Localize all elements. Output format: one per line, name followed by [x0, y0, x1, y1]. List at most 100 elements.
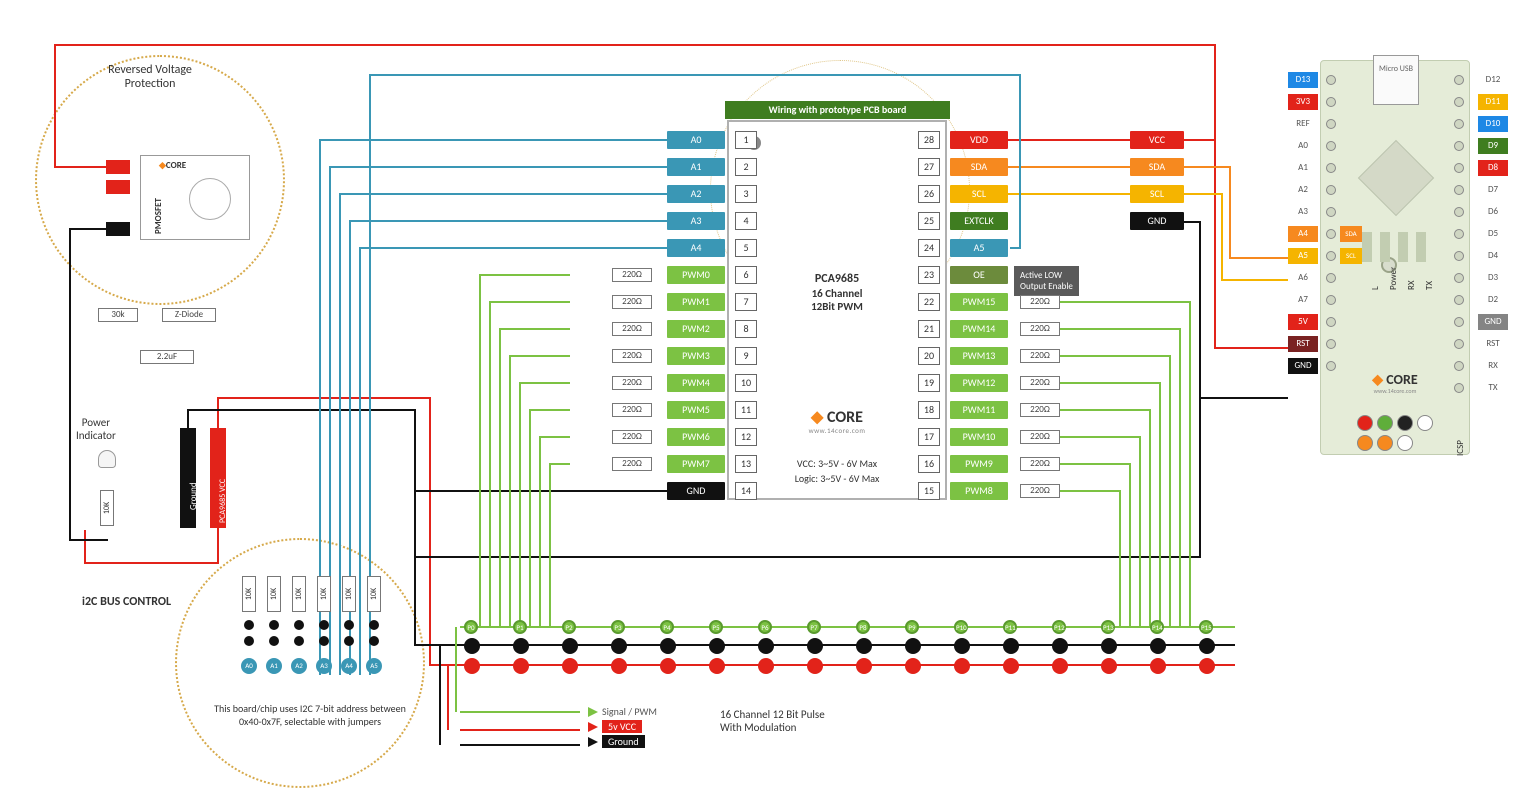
hole-l-10 — [1326, 295, 1336, 305]
pin-lbl-scl: SCL — [950, 185, 1008, 203]
pin-lbl-pwm6: PWM6 — [667, 428, 725, 446]
ard-l-a7: A7 — [1288, 292, 1318, 308]
i2c-res-4: 10K — [342, 576, 356, 612]
ard-l-gnd: GND — [1288, 358, 1318, 374]
ard-r-d6: D6 — [1478, 204, 1508, 220]
hole-r-8 — [1454, 251, 1464, 261]
res-right-6: 220Ω — [1020, 295, 1060, 309]
bus-vcc-8 — [856, 658, 872, 674]
res-left-9: 220Ω — [612, 376, 652, 390]
res-right-10: 220Ω — [1020, 403, 1060, 417]
pin-num-8: 8 — [735, 320, 757, 338]
ard-side-tx: TX — [1424, 281, 1435, 290]
bus-gnd-8 — [856, 638, 872, 654]
i2c-res-2: 10K — [292, 576, 306, 612]
bus-gnd-13 — [1101, 638, 1117, 654]
pin-num-21: 21 — [918, 320, 940, 338]
bus-gnd-4 — [660, 638, 676, 654]
bus-vcc-10 — [954, 658, 970, 674]
hole-r-7 — [1454, 229, 1464, 239]
hole-l-1 — [1326, 97, 1336, 107]
i2c-res-5: 10K — [367, 576, 381, 612]
pin-num-20: 20 — [918, 347, 940, 365]
bus-gnd-14 — [1150, 638, 1166, 654]
pin-num-24: 24 — [918, 239, 940, 257]
i2c-res-3: 10K — [317, 576, 331, 612]
ard-l-a1: A1 — [1288, 160, 1318, 176]
ard-r-d11: D11 — [1478, 94, 1508, 110]
bus-gnd-0 — [464, 638, 480, 654]
pin-num-25: 25 — [918, 212, 940, 230]
pin-num-11: 11 — [735, 401, 757, 419]
res-left-6: 220Ω — [612, 295, 652, 309]
ard-r-rst: RST — [1478, 336, 1508, 352]
ard-r-d8: D8 — [1478, 160, 1508, 176]
i2c-addr-A2: A2 — [291, 658, 307, 674]
pin-lbl-pwm12: PWM12 — [950, 374, 1008, 392]
pin-lbl-pwm10: PWM10 — [950, 428, 1008, 446]
bus-gnd-2 — [562, 638, 578, 654]
bus-vcc-12 — [1052, 658, 1068, 674]
pin-num-14: 14 — [735, 482, 757, 500]
pin-lbl-pwm4: PWM4 — [667, 374, 725, 392]
port-P5: P5 — [709, 620, 723, 634]
pin-lbl-pwm1: PWM1 — [667, 293, 725, 311]
bus-vcc-0 — [464, 658, 480, 674]
res-right-13: 220Ω — [1020, 484, 1060, 498]
pin-lbl-a4: A4 — [667, 239, 725, 257]
pin-num-4: 4 — [735, 212, 757, 230]
hole-l-3 — [1326, 141, 1336, 151]
hole-l-0 — [1326, 75, 1336, 85]
ard-l-d13: D13 — [1288, 72, 1318, 88]
pin-lbl-pwm7: PWM7 — [667, 455, 725, 473]
pin-num-23: 23 — [918, 266, 940, 284]
pin-lbl-pwm14: PWM14 — [950, 320, 1008, 338]
pin-num-1: 1 — [735, 131, 757, 149]
port-P11: P11 — [1003, 620, 1017, 634]
pin-lbl-oe: OE — [950, 266, 1008, 284]
res-right-8: 220Ω — [1020, 349, 1060, 363]
hole-r-10 — [1454, 295, 1464, 305]
port-P2: P2 — [562, 620, 576, 634]
a5-scl-tag: SCL — [1340, 248, 1362, 264]
pin-lbl-extclk: EXTCLK — [950, 212, 1008, 230]
res-left-10: 220Ω — [612, 403, 652, 417]
pin-lbl-pwm15: PWM15 — [950, 293, 1008, 311]
bus-vcc-1 — [513, 658, 529, 674]
ard-r-tx: TX — [1478, 380, 1508, 396]
hole-r-6 — [1454, 207, 1464, 217]
hole-l-11 — [1326, 317, 1336, 327]
hole-r-9 — [1454, 273, 1464, 283]
res-right-12: 220Ω — [1020, 457, 1060, 471]
pin-lbl-gnd: GND — [667, 482, 725, 500]
hole-l-9 — [1326, 273, 1336, 283]
port-P6: P6 — [758, 620, 772, 634]
port-P14: P14 — [1150, 620, 1164, 634]
pin-num-13: 13 — [735, 455, 757, 473]
pin-lbl-pwm11: PWM11 — [950, 401, 1008, 419]
pin-num-7: 7 — [735, 293, 757, 311]
hole-r-14 — [1454, 383, 1464, 393]
hole-r-2 — [1454, 119, 1464, 129]
bus-vcc-3 — [611, 658, 627, 674]
i2c-addr-A0: A0 — [241, 658, 257, 674]
pin-num-3: 3 — [735, 185, 757, 203]
pin-lbl-sda: SDA — [950, 158, 1008, 176]
ard-l-a2: A2 — [1288, 182, 1318, 198]
port-P12: P12 — [1052, 620, 1066, 634]
pin-num-10: 10 — [735, 374, 757, 392]
bus-gnd-1 — [513, 638, 529, 654]
i2c-addr-A3: A3 — [316, 658, 332, 674]
ard-r-d4: D4 — [1478, 248, 1508, 264]
pin-num-17: 17 — [918, 428, 940, 446]
pin-lbl-pwm9: PWM9 — [950, 455, 1008, 473]
hole-r-11 — [1454, 317, 1464, 327]
port-P8: P8 — [856, 620, 870, 634]
hole-l-5 — [1326, 185, 1336, 195]
ard-r-d12: D12 — [1478, 72, 1508, 88]
i2c-addr-A4: A4 — [341, 658, 357, 674]
port-P4: P4 — [660, 620, 674, 634]
bus-vcc-9 — [905, 658, 921, 674]
res-left-11: 220Ω — [612, 430, 652, 444]
hole-l-13 — [1326, 361, 1336, 371]
